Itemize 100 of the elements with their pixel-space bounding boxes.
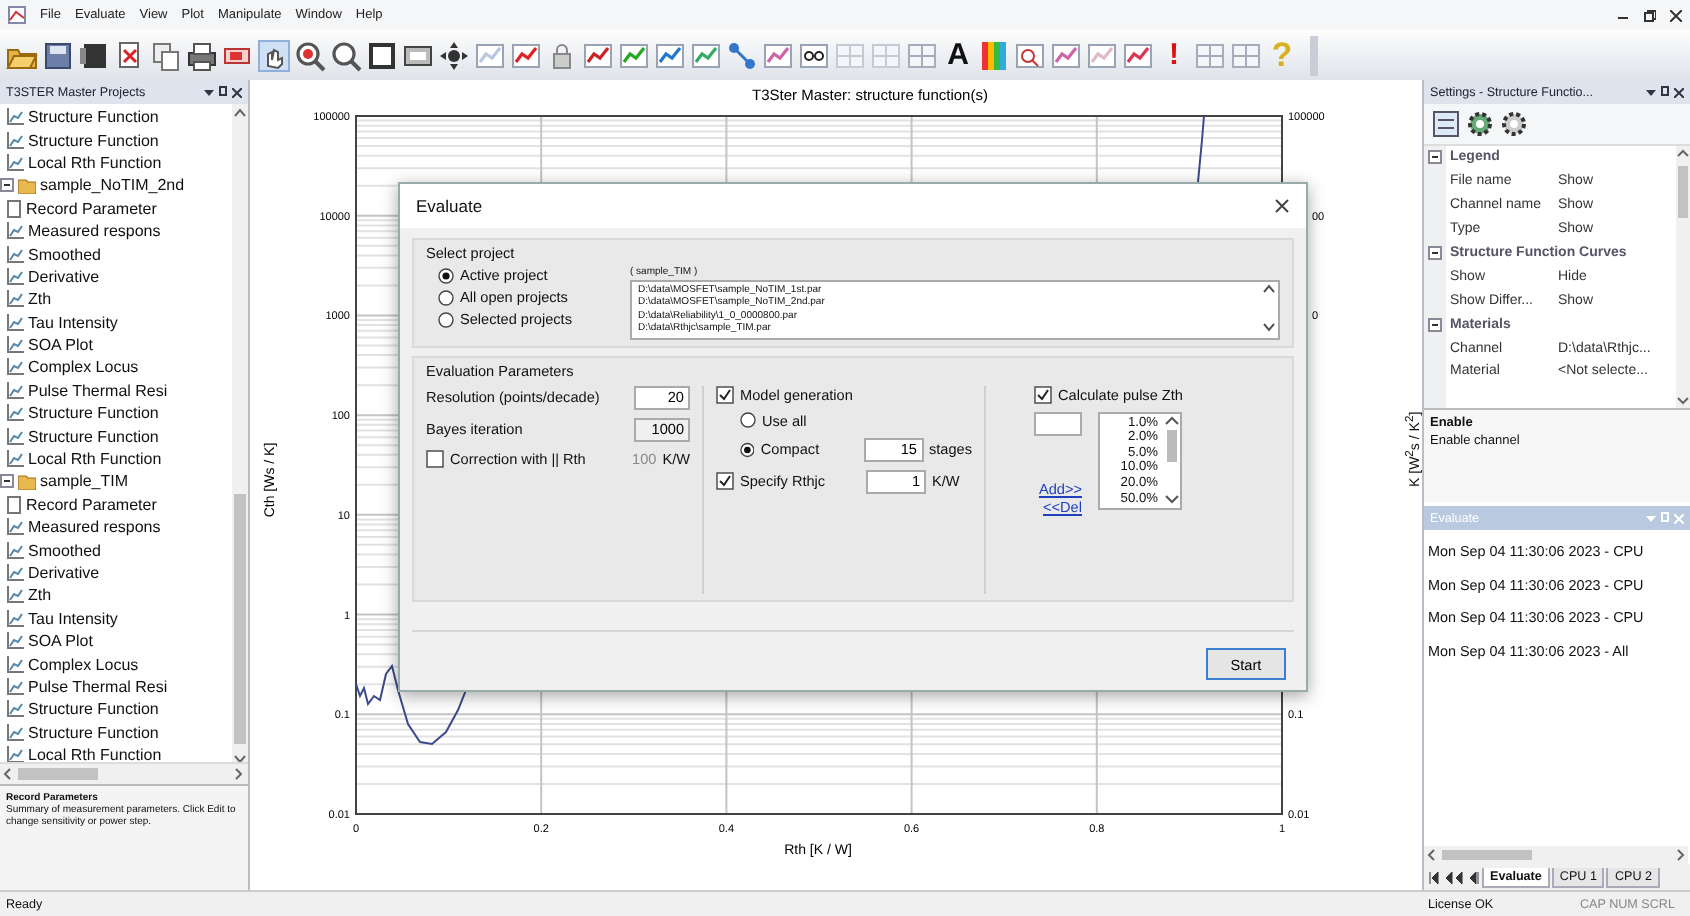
scrollbar[interactable] <box>1424 846 1688 864</box>
checkbox[interactable] <box>716 472 734 491</box>
close-icon[interactable] <box>232 87 242 97</box>
tree-item[interactable]: sample_TIM <box>40 472 129 491</box>
tree-item[interactable]: Local Rth Function <box>28 450 162 469</box>
zoom-in-icon[interactable] <box>294 39 326 71</box>
radio-button[interactable] <box>438 267 454 283</box>
restore-icon[interactable] <box>1644 9 1656 21</box>
radio-button[interactable] <box>740 441 755 458</box>
pin-icon[interactable] <box>1660 86 1670 98</box>
tree-item[interactable]: Smoothed <box>28 245 101 264</box>
tree-item[interactable]: Tau Intensity <box>28 313 118 332</box>
tree-item[interactable]: Measured respons <box>28 222 161 241</box>
chart-icon <box>6 655 24 674</box>
document-icon <box>6 495 22 514</box>
close-icon[interactable] <box>1674 87 1684 97</box>
hand-icon[interactable] <box>258 39 290 71</box>
tree-item[interactable]: Zth <box>28 290 52 309</box>
chart-icon <box>6 518 24 537</box>
chart-icon <box>6 677 24 696</box>
collapse-icon[interactable] <box>0 178 14 193</box>
tree-item[interactable]: Measured respons <box>28 518 161 537</box>
collapse-icon[interactable] <box>1428 317 1442 332</box>
glasses-icon[interactable] <box>798 39 830 71</box>
toolbar-glyph[interactable]: A <box>942 39 974 71</box>
chart-icon[interactable] <box>582 39 614 71</box>
chart-icon <box>6 245 24 264</box>
dialog-title: Evaluate <box>416 196 485 216</box>
tree-item[interactable]: Zth <box>28 586 52 605</box>
close-icon[interactable] <box>1274 198 1290 214</box>
categorized-icon[interactable] <box>1432 110 1460 138</box>
scrollbar[interactable] <box>0 764 246 784</box>
chart-icon <box>6 609 24 628</box>
tree-item[interactable]: Tau Intensity <box>28 609 118 628</box>
network-icon[interactable] <box>726 39 758 71</box>
checkbox[interactable] <box>1034 385 1052 404</box>
scroll-arrows-icon <box>1262 282 1276 334</box>
radio-button[interactable] <box>438 289 454 305</box>
tree-item[interactable]: sample_NoTIM_2nd <box>40 176 185 195</box>
chart-icon <box>6 381 24 400</box>
magnifier-icon[interactable] <box>1014 39 1046 71</box>
tree-item[interactable]: Derivative <box>28 267 100 286</box>
tree-item[interactable]: Complex Locus <box>28 358 139 377</box>
frame-icon[interactable] <box>366 39 398 71</box>
scrollbar[interactable] <box>232 104 248 768</box>
radio-button[interactable] <box>438 311 454 327</box>
chart-icon <box>6 427 24 446</box>
chart-icon[interactable] <box>690 39 722 71</box>
gear-icon[interactable] <box>1500 110 1528 138</box>
tree-item[interactable]: Local Rth Function <box>28 746 162 765</box>
dropdown-icon[interactable] <box>1646 87 1656 97</box>
tree-item[interactable]: Local Rth Function <box>28 153 162 172</box>
gear-icon[interactable] <box>1466 110 1494 138</box>
chart-icon[interactable] <box>654 39 686 71</box>
dropdown-icon[interactable] <box>204 87 214 97</box>
collapse-icon[interactable] <box>1428 246 1442 260</box>
zoom-out-icon[interactable] <box>330 39 362 71</box>
app-icon <box>8 6 26 24</box>
folder-icon <box>18 473 36 490</box>
tree-item[interactable]: Pulse Thermal Resi <box>28 677 168 696</box>
tree-item[interactable]: Structure Function <box>28 404 159 423</box>
chip-icon[interactable] <box>78 39 110 71</box>
tree-item[interactable]: Complex Locus <box>28 655 139 674</box>
scrollbar[interactable] <box>1163 413 1179 506</box>
pin-icon[interactable] <box>218 86 228 98</box>
collapse-icon[interactable] <box>0 474 14 489</box>
checkbox[interactable] <box>426 449 444 468</box>
chart-icon <box>6 267 24 286</box>
chart-icon[interactable] <box>1050 39 1082 71</box>
radio-button[interactable] <box>740 412 756 429</box>
chart-icon <box>6 564 24 582</box>
color-bars-icon[interactable] <box>978 39 1010 71</box>
tree-item[interactable]: Structure Function <box>28 700 159 719</box>
scrollbar[interactable] <box>1676 146 1690 408</box>
tab-navigation-icon[interactable] <box>1428 871 1480 883</box>
close-icon[interactable] <box>1670 9 1682 21</box>
tree-item[interactable]: SOA Plot <box>28 632 93 651</box>
tree-item[interactable]: Smoothed <box>28 541 101 560</box>
chart-icon[interactable] <box>510 39 542 71</box>
printer-icon[interactable] <box>186 39 218 71</box>
tree-item[interactable]: Structure Function <box>28 108 159 127</box>
duty-cycle-field[interactable] <box>1034 411 1082 436</box>
tree-item[interactable]: Structure Function <box>28 427 159 446</box>
chart-icon[interactable] <box>618 39 650 71</box>
tree-item[interactable]: SOA Plot <box>28 336 93 355</box>
chart-icon <box>6 336 24 355</box>
toolbar-glyph[interactable]: ! <box>1158 39 1190 71</box>
tree-item[interactable]: Structure Function <box>28 723 159 742</box>
tree-item[interactable]: Pulse Thermal Resi <box>28 381 168 400</box>
copy-icon[interactable] <box>150 39 182 71</box>
checkbox[interactable] <box>716 385 734 404</box>
tree-item[interactable]: Record Parameter <box>26 199 157 218</box>
chart-icon <box>6 632 24 651</box>
chart-icon[interactable] <box>1122 39 1154 71</box>
tree-item[interactable]: Record Parameter <box>26 495 157 514</box>
chart-icon <box>6 404 24 423</box>
collapse-icon[interactable] <box>1428 150 1442 165</box>
move-icon[interactable] <box>438 39 470 71</box>
tree-item[interactable]: Structure Function <box>28 131 159 150</box>
tree-item[interactable]: Derivative <box>28 564 100 582</box>
